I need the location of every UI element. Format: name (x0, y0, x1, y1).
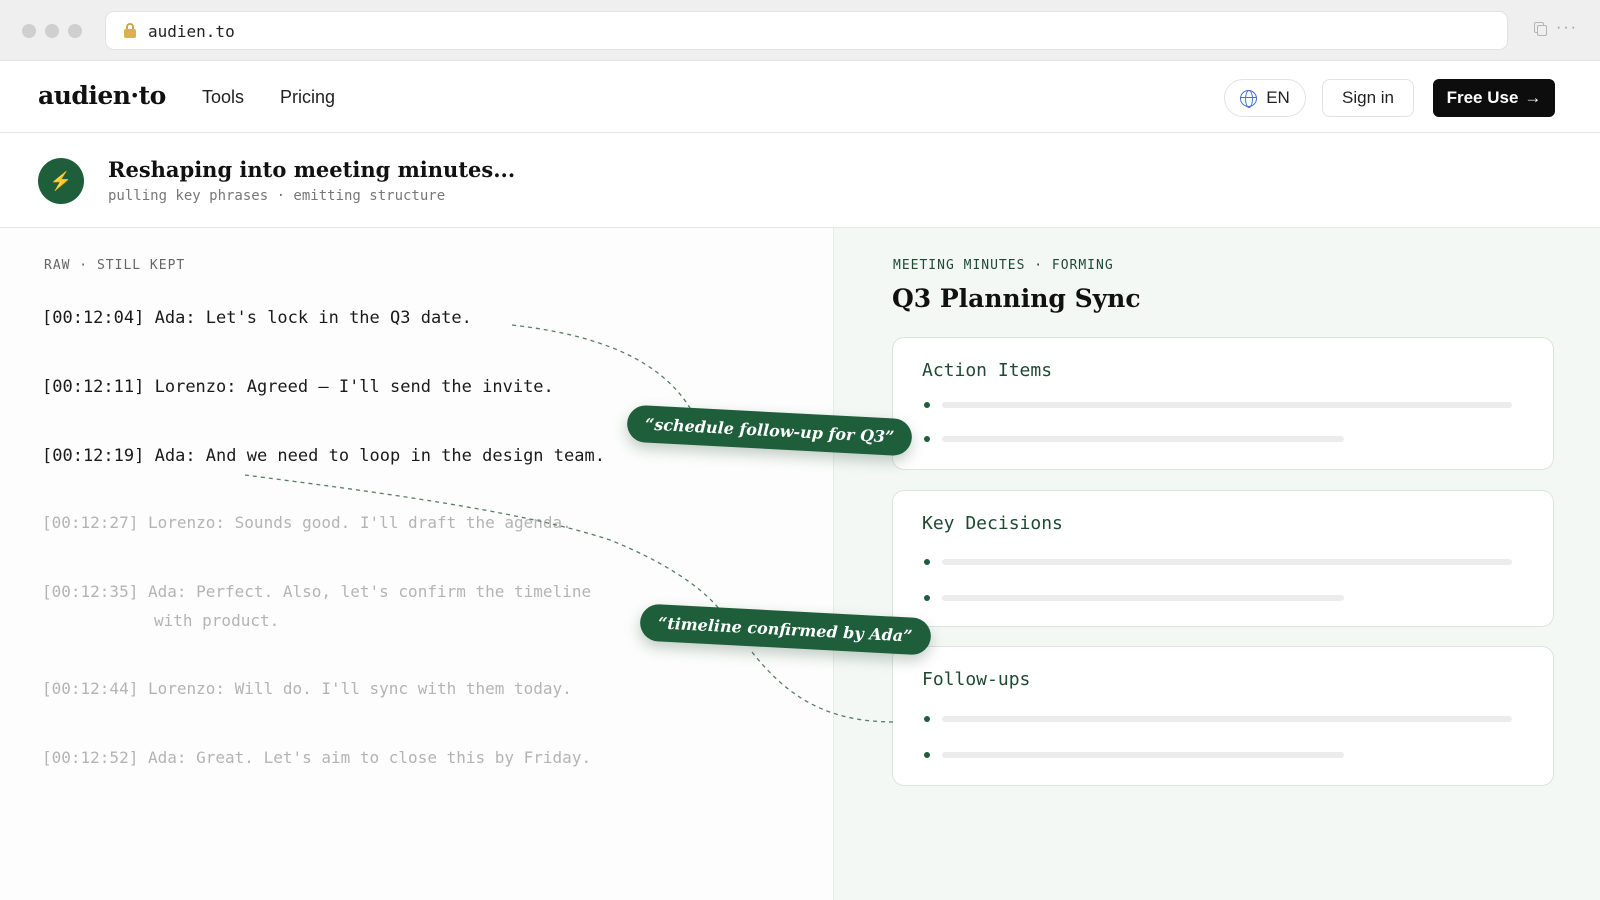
bullet (924, 402, 930, 408)
bullet (924, 436, 930, 442)
utterance: Ada: Perfect. Also, let's confirm the ti… (147, 582, 592, 601)
timestamp: [00:12:04] (42, 308, 145, 328)
timestamp: [00:12:52] (42, 748, 139, 767)
placeholder-line (942, 402, 1512, 408)
placeholder-line (942, 559, 1512, 565)
globe-icon (1240, 89, 1258, 108)
url-text: audien.to (148, 22, 235, 41)
minimize-window-button[interactable] (45, 24, 59, 38)
meeting-minutes-panel: MEETING MINUTES · FORMING Q3 Planning Sy… (834, 228, 1600, 900)
lock-icon (124, 23, 136, 38)
utterance: Ada: Great. Let's aim to close this by F… (147, 748, 592, 767)
address-bar[interactable]: audien.to (105, 11, 1508, 50)
language-label: EN (1266, 88, 1290, 107)
placeholder-line (942, 436, 1344, 442)
transcript-label: RAW · STILL KEPT (44, 258, 186, 273)
card-title: Follow-ups (922, 669, 1031, 690)
timestamp: [00:12:44] (42, 679, 139, 698)
card-title: Action Items (922, 360, 1053, 381)
utterance: Ada: And we need to loop in the design t… (154, 446, 605, 466)
transcript-line: [00:12:52] Ada: Great. Let's aim to clos… (42, 743, 591, 772)
placeholder-line (942, 595, 1344, 601)
bullet (924, 752, 930, 758)
minutes-label: MEETING MINUTES · FORMING (893, 258, 1114, 273)
nav-link-tools[interactable]: Tools (202, 87, 244, 108)
minutes-title: Q3 Planning Sync (892, 284, 1141, 313)
nav-link-pricing[interactable]: Pricing (280, 87, 335, 108)
browser-chrome: audien.to ··· (0, 0, 1600, 61)
bullet (924, 716, 930, 722)
utterance: Ada: Let's lock in the Q3 date. (154, 308, 472, 328)
follow-ups-card: Follow-ups (892, 646, 1554, 786)
transcript-line-continuation: with product. (154, 611, 280, 630)
timestamp: [00:12:19] (42, 446, 145, 466)
utterance: Lorenzo: Will do. I'll sync with them to… (147, 679, 572, 698)
maximize-window-button[interactable] (68, 24, 82, 38)
bolt-icon: ⚡ (38, 158, 84, 204)
logo[interactable]: audien·to (38, 81, 166, 110)
transcript-line: [00:12:19] Ada: And we need to loop in t… (42, 442, 605, 471)
bullet (924, 595, 930, 601)
timestamp: [00:12:35] (42, 582, 139, 601)
status-title: Reshaping into meeting minutes... (108, 157, 516, 182)
window-controls (22, 24, 82, 38)
placeholder-line (942, 752, 1344, 758)
action-items-card: Action Items (892, 337, 1554, 470)
copy-icon[interactable] (1534, 22, 1548, 36)
free-use-button[interactable]: Free Use → (1433, 79, 1555, 117)
close-window-button[interactable] (22, 24, 36, 38)
sign-in-button[interactable]: Sign in (1322, 79, 1414, 117)
timestamp: [00:12:27] (42, 513, 139, 532)
timestamp: [00:12:11] (42, 377, 145, 397)
more-options-icon[interactable]: ··· (1556, 19, 1578, 35)
processing-status: ⚡ Reshaping into meeting minutes... pull… (0, 133, 1600, 228)
site-header: audien·to Tools Pricing EN Sign in Free … (0, 61, 1600, 133)
transcript-line: [00:12:04] Ada: Let's lock in the Q3 dat… (42, 304, 472, 333)
free-use-label: Free Use (1446, 88, 1519, 107)
placeholder-line (942, 716, 1512, 722)
card-title: Key Decisions (922, 513, 1063, 534)
transcript-line: [00:12:11] Lorenzo: Agreed — I'll send t… (42, 373, 554, 402)
utterance: Lorenzo: Sounds good. I'll draft the age… (147, 513, 572, 532)
status-subtitle: pulling key phrases · emitting structure (108, 188, 446, 204)
arrow-right-icon: → (1524, 88, 1542, 107)
transcript-line: [00:12:27] Lorenzo: Sounds good. I'll dr… (42, 508, 572, 537)
key-decisions-card: Key Decisions (892, 490, 1554, 627)
transcript-line: [00:12:35] Ada: Perfect. Also, let's con… (42, 577, 591, 606)
utterance: Lorenzo: Agreed — I'll send the invite. (154, 377, 554, 397)
transcript-line: [00:12:44] Lorenzo: Will do. I'll sync w… (42, 674, 572, 703)
bullet (924, 559, 930, 565)
raw-transcript-panel: RAW · STILL KEPT [00:12:04] Ada: Let's l… (0, 228, 834, 900)
language-button[interactable]: EN (1224, 79, 1306, 117)
